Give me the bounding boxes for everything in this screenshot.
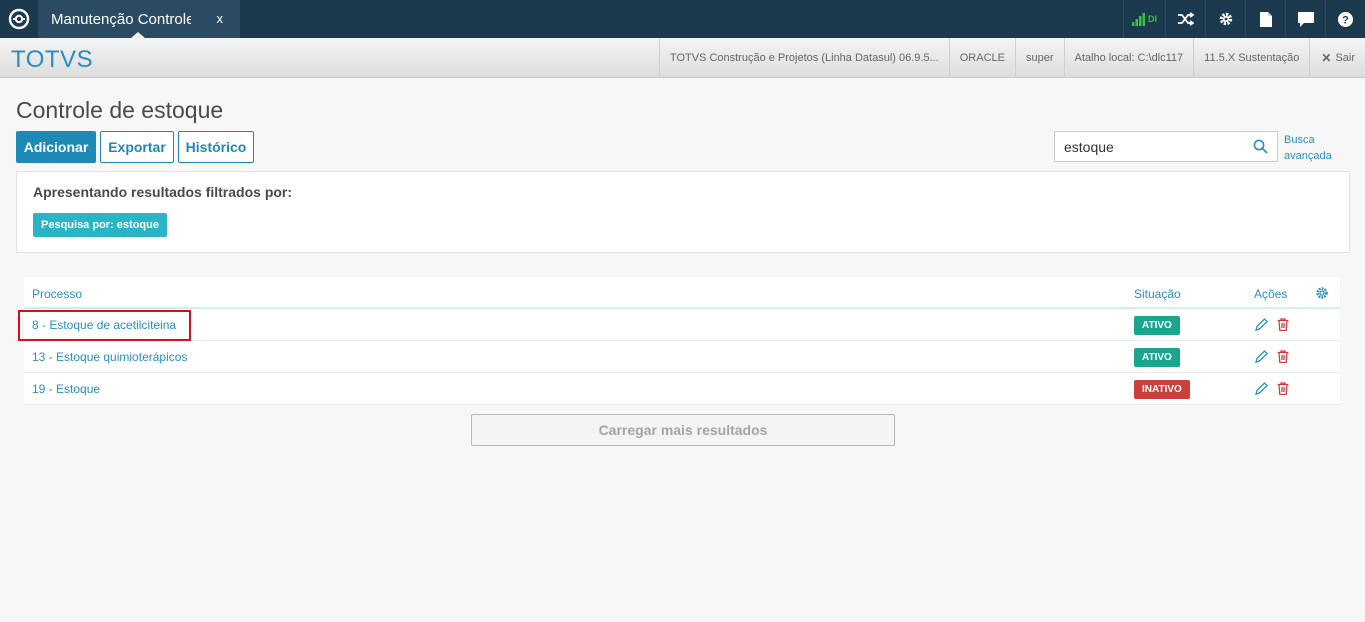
delete-icon[interactable]: [1277, 318, 1289, 331]
header-bar: TOTVS TOTVS Construção e Projetos (Linha…: [0, 38, 1365, 78]
product-info: TOTVS Construção e Projetos (Linha Datas…: [658, 38, 949, 77]
version-info: 11.5.X Sustentação: [1193, 38, 1309, 77]
edit-icon[interactable]: [1255, 350, 1268, 363]
advanced-search-link[interactable]: Busca avançada: [1284, 132, 1332, 164]
delete-icon[interactable]: [1277, 382, 1289, 395]
results-table: Processo Situação Ações 8 - Estoque de a…: [24, 277, 1340, 405]
help-icon[interactable]: ?: [1325, 0, 1365, 38]
column-settings-icon[interactable]: [1315, 286, 1329, 300]
filter-heading: Apresentando resultados filtrados por:: [33, 184, 293, 200]
user-info: super: [1015, 38, 1064, 77]
shuffle-icon[interactable]: [1165, 0, 1205, 38]
session-info: TOTVS Construção e Projetos (Linha Datas…: [658, 38, 1365, 77]
table-header: Processo Situação Ações: [24, 277, 1340, 309]
search-icon[interactable]: [1253, 139, 1268, 154]
status-badge: INATIVO: [1134, 380, 1190, 399]
column-header-status[interactable]: Situação: [1134, 287, 1181, 301]
page-title: Controle de estoque: [16, 97, 224, 123]
tab-close-icon[interactable]: x: [217, 11, 224, 26]
connection-signal-icon[interactable]: DI: [1123, 0, 1165, 38]
table-row[interactable]: 19 - Estoque INATIVO: [24, 373, 1340, 405]
brand-logo: TOTVS: [11, 46, 94, 73]
search-value: estoque: [1064, 138, 1114, 155]
local-shortcut-info: Atalho local: C:\dlc117: [1063, 38, 1194, 77]
process-link[interactable]: 8 - Estoque de acetilciteina: [32, 318, 176, 332]
svg-text:?: ?: [1342, 14, 1349, 26]
advanced-search-line-1: Busca: [1284, 134, 1315, 146]
table-row[interactable]: 13 - Estoque quimioterápicos ATIVO: [24, 341, 1340, 373]
filter-panel: Apresentando resultados filtrados por: P…: [16, 171, 1350, 253]
process-link[interactable]: 19 - Estoque: [32, 382, 100, 396]
signal-label: DI: [1148, 14, 1157, 24]
history-button[interactable]: Histórico: [178, 131, 254, 163]
column-header-process[interactable]: Processo: [32, 287, 82, 301]
gear-icon[interactable]: [1205, 0, 1245, 38]
search-input[interactable]: estoque: [1054, 131, 1278, 162]
close-icon: ✕: [1321, 50, 1332, 65]
add-button[interactable]: Adicionar: [16, 131, 96, 163]
database-info: ORACLE: [948, 38, 1015, 77]
process-link[interactable]: 13 - Estoque quimioterápicos: [32, 350, 187, 364]
top-bar: Manutenção Controle de estoque x DI ?: [0, 0, 1365, 38]
table-row[interactable]: 8 - Estoque de acetilciteina ATIVO: [24, 309, 1340, 341]
chat-icon[interactable]: [1285, 0, 1325, 38]
app-logo-icon[interactable]: [0, 0, 38, 38]
load-more-button[interactable]: Carregar mais resultados: [471, 414, 895, 446]
status-badge: ATIVO: [1134, 316, 1180, 335]
document-icon[interactable]: [1245, 0, 1285, 38]
top-toolbar: DI ?: [1123, 0, 1365, 38]
exit-button[interactable]: ✕ Sair: [1309, 38, 1365, 77]
tab-title: Manutenção Controle de estoque: [51, 10, 191, 28]
delete-icon[interactable]: [1277, 350, 1289, 363]
exit-label: Sair: [1335, 51, 1355, 64]
edit-icon[interactable]: [1255, 318, 1268, 331]
edit-icon[interactable]: [1255, 382, 1268, 395]
column-header-actions: Ações: [1254, 287, 1288, 301]
status-badge: ATIVO: [1134, 348, 1180, 367]
filter-tag[interactable]: Pesquisa por: estoque: [33, 213, 167, 237]
tab-manutencao-controle[interactable]: Manutenção Controle de estoque x: [38, 0, 240, 38]
advanced-search-line-2: avançada: [1284, 150, 1332, 162]
export-button[interactable]: Exportar: [100, 131, 174, 163]
